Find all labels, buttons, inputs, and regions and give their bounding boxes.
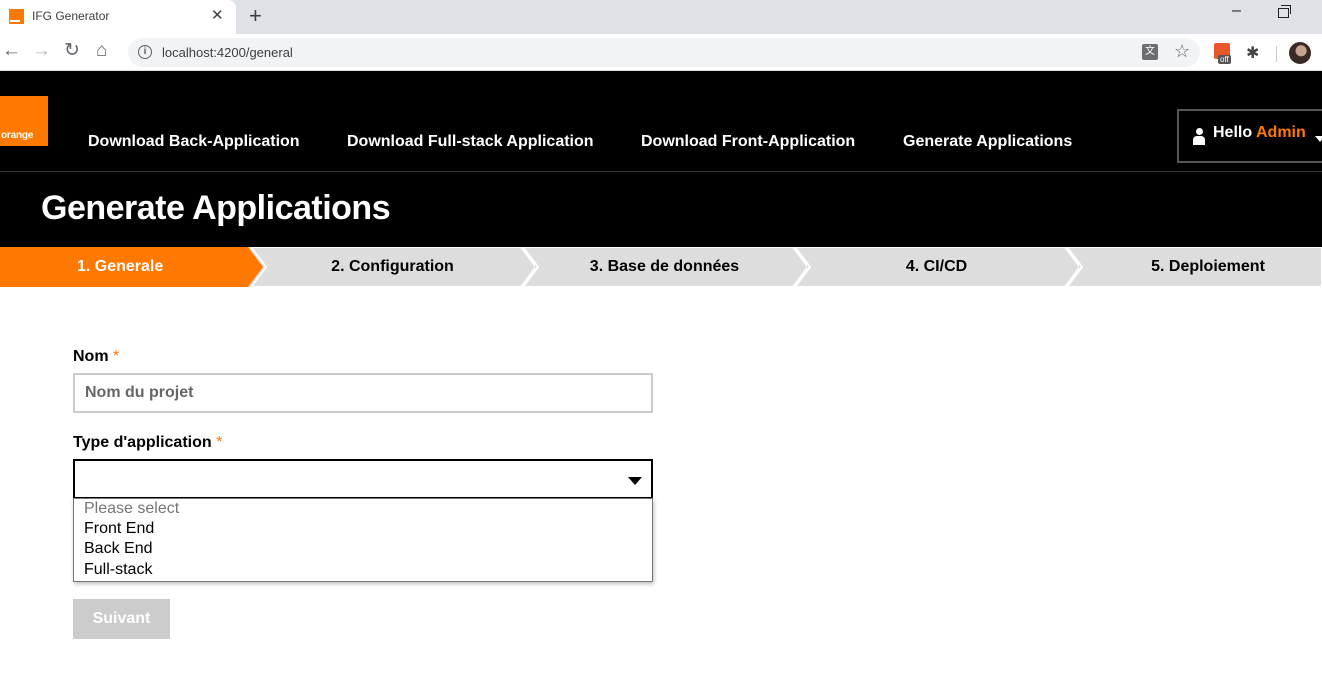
- step-configuration[interactable]: 2. Configuration: [250, 247, 535, 287]
- step-label: 1. Generale: [77, 258, 164, 275]
- extension-icon[interactable]: off: [1214, 43, 1236, 65]
- close-tab-icon[interactable]: ✕: [211, 8, 224, 24]
- option-front-end[interactable]: Front End: [84, 520, 154, 538]
- toolbar-divider: [1276, 46, 1277, 62]
- step-cicd[interactable]: 4. CI/CD: [794, 247, 1079, 287]
- new-tab-icon[interactable]: +: [249, 4, 262, 28]
- required-mark: *: [113, 348, 120, 365]
- user-greeting: Hello Admin: [1213, 124, 1306, 142]
- url-text[interactable]: localhost:4200/general: [162, 45, 293, 60]
- user-name: Admin: [1255, 124, 1306, 141]
- page-title: Generate Applications: [41, 189, 391, 227]
- step-label: 4. CI/CD: [905, 258, 968, 275]
- browser-tabstrip: IFG Generator ✕ + –: [0, 0, 1322, 34]
- project-name-input[interactable]: [73, 373, 653, 413]
- forward-arrow-icon[interactable]: →: [32, 40, 51, 62]
- tab-title: IFG Generator: [32, 9, 110, 23]
- nav-download-front-application[interactable]: Download Front-Application: [641, 133, 855, 151]
- orange-favicon-icon: [9, 9, 24, 24]
- next-button[interactable]: Suivant: [73, 599, 170, 639]
- user-icon: [1193, 128, 1205, 146]
- option-please-select[interactable]: Please select: [84, 500, 179, 518]
- nav-download-back-application[interactable]: Download Back-Application: [88, 133, 300, 151]
- step-label: 3. Base de données: [589, 258, 740, 275]
- name-label-text: Nom: [73, 348, 109, 365]
- home-icon[interactable]: ⌂: [96, 40, 107, 62]
- type-label-text: Type d'application: [73, 434, 212, 451]
- browser-toolbar: ← → ↻ ⌂ i localhost:4200/general 文 ☆ off…: [0, 34, 1322, 71]
- user-menu[interactable]: Hello Admin: [1177, 109, 1322, 163]
- address-bar[interactable]: i localhost:4200/general 文 ☆: [128, 38, 1200, 67]
- orange-logo[interactable]: orange: [0, 96, 48, 146]
- required-mark: *: [216, 434, 223, 451]
- back-arrow-icon[interactable]: ←: [2, 40, 21, 62]
- option-full-stack[interactable]: Full-stack: [84, 561, 152, 579]
- greeting-text: Hello: [1213, 124, 1253, 141]
- stepper: 1. Generale 2. Configuration 3. Base de …: [0, 247, 1322, 287]
- translate-icon[interactable]: 文: [1142, 44, 1158, 60]
- application-type-dropdown: Please select Front End Back End Full-st…: [73, 498, 653, 582]
- chevron-down-icon: [628, 477, 642, 485]
- extension-badge: off: [1218, 55, 1231, 64]
- step-generale[interactable]: 1. Generale: [0, 247, 265, 287]
- type-label: Type d'application *: [73, 434, 222, 452]
- app-header: orange Download Back-Application Downloa…: [0, 71, 1322, 247]
- name-label: Nom *: [73, 348, 119, 366]
- bug-extension-icon[interactable]: ✱: [1246, 43, 1259, 63]
- header-divider: [0, 171, 1322, 172]
- step-base-de-donnees[interactable]: 3. Base de données: [522, 247, 807, 287]
- browser-tab[interactable]: IFG Generator ✕: [0, 0, 236, 34]
- step-label: 2. Configuration: [331, 258, 454, 275]
- step-label: 5. Deploiement: [1151, 258, 1265, 275]
- restore-window-icon[interactable]: [1278, 5, 1291, 18]
- step-deploiement[interactable]: 5. Deploiement: [1066, 247, 1322, 287]
- option-back-end[interactable]: Back End: [84, 540, 152, 558]
- logo-text: orange: [1, 130, 34, 141]
- bookmark-star-icon[interactable]: ☆: [1174, 41, 1190, 62]
- caret-down-icon: [1315, 136, 1322, 142]
- nav-generate-applications[interactable]: Generate Applications: [903, 133, 1072, 151]
- application-type-select[interactable]: [73, 459, 653, 499]
- site-info-icon[interactable]: i: [138, 45, 152, 59]
- minimize-window-icon[interactable]: –: [1232, 2, 1241, 20]
- profile-avatar[interactable]: [1289, 42, 1311, 64]
- reload-icon[interactable]: ↻: [64, 40, 80, 62]
- nav-download-full-stack-application[interactable]: Download Full-stack Application: [347, 133, 594, 151]
